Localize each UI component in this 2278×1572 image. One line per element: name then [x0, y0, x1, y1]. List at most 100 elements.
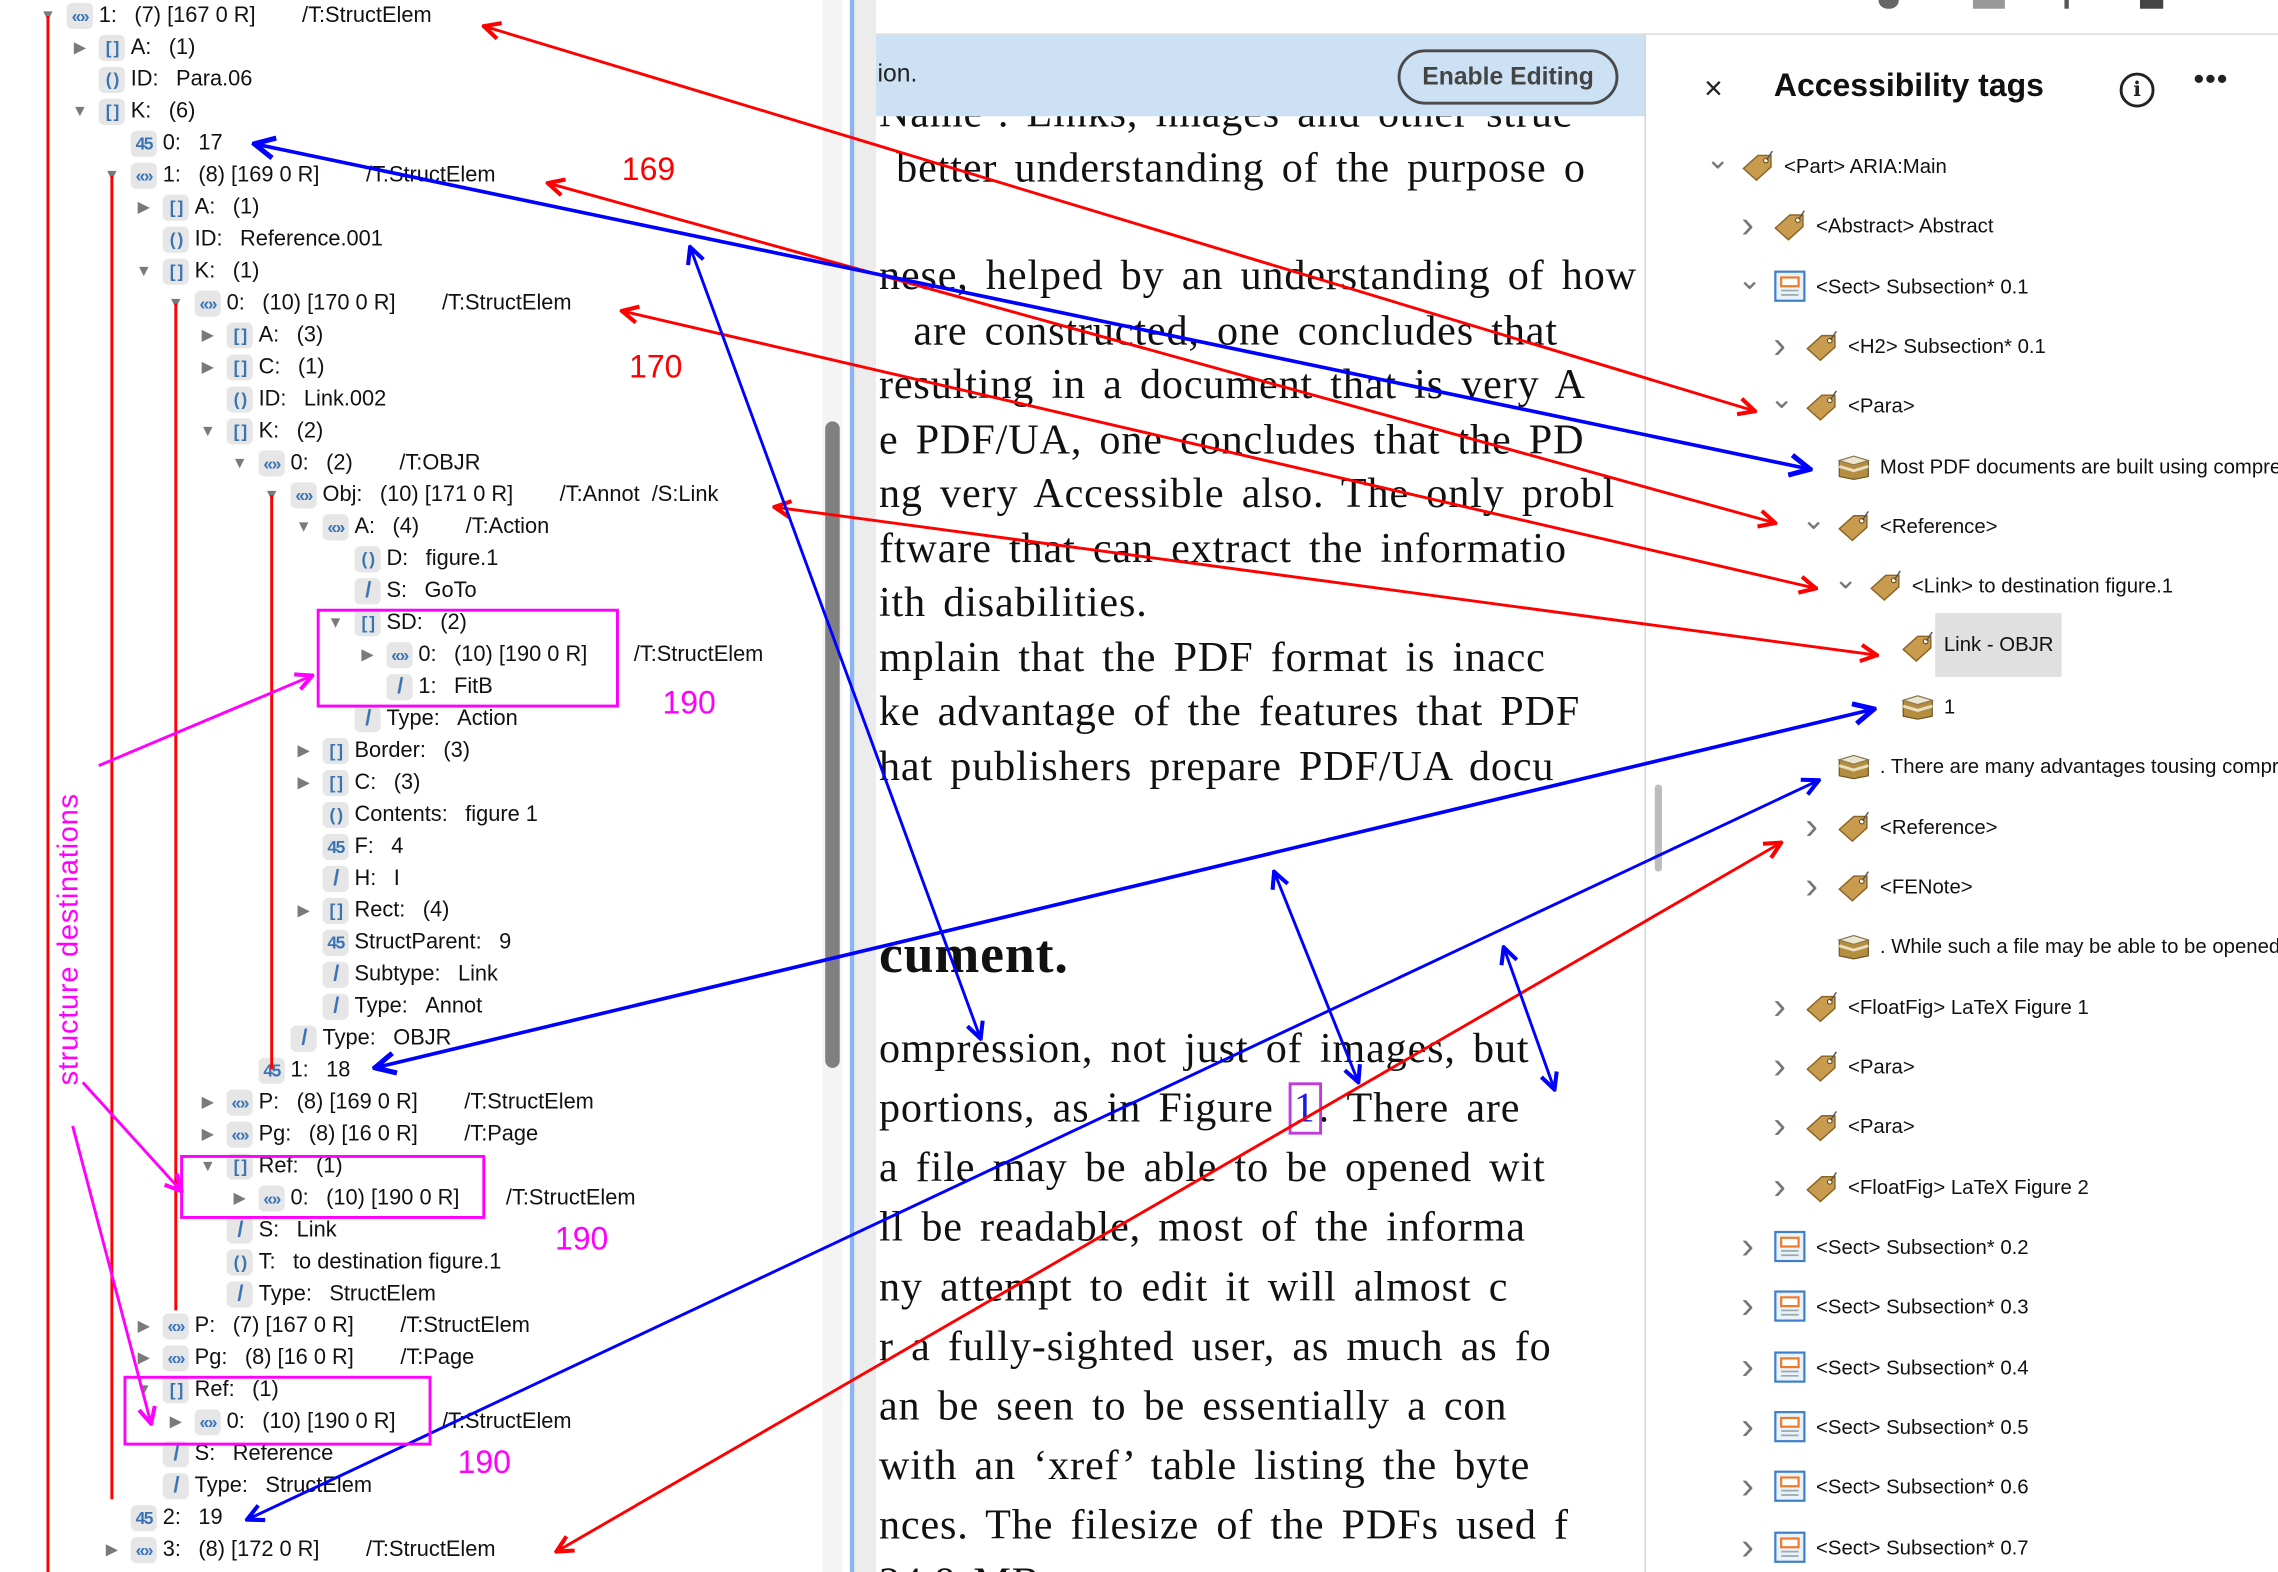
- tree-row[interactable]: 1: 18: [0, 1055, 821, 1087]
- chevron-right-icon[interactable]: ›: [1770, 1044, 1790, 1088]
- chevron-right-icon[interactable]: ›: [1738, 1525, 1758, 1569]
- tree-row[interactable]: ID: Para.06: [0, 64, 821, 96]
- tree-row[interactable]: Type: StructElem: [0, 1278, 821, 1310]
- expanded-triangle-icon[interactable]: ▼: [327, 607, 344, 639]
- expanded-triangle-icon[interactable]: ▼: [167, 288, 184, 320]
- expanded-triangle-icon[interactable]: ▼: [135, 256, 152, 288]
- expanded-triangle-icon[interactable]: ▼: [199, 1151, 216, 1183]
- tree-row[interactable]: S: Reference: [0, 1438, 821, 1470]
- toolbar-icon[interactable]: [1972, 0, 2005, 9]
- collapsed-triangle-icon[interactable]: ▶: [167, 1406, 184, 1438]
- tag-row[interactable]: › <FloatFig> LaTeX Figure 1: [1646, 984, 2278, 1028]
- chevron-down-icon[interactable]: ⌄: [1706, 144, 1730, 188]
- chevron-right-icon[interactable]: ›: [1770, 1165, 1790, 1209]
- tree-row[interactable]: ▶ 0: (10) [190 0 R] /T:StructElem: [0, 639, 821, 671]
- tag-row[interactable]: › <Reference>: [1646, 804, 2278, 848]
- tree-row[interactable]: ▶ P: (8) [169 0 R] /T:StructElem: [0, 1087, 821, 1119]
- chevron-right-icon[interactable]: ›: [1738, 1465, 1758, 1509]
- tree-row[interactable]: ▶ 0: (10) [190 0 R] /T:StructElem: [0, 1406, 821, 1438]
- tree-row[interactable]: ▶ Pg: (8) [16 0 R] /T:Page: [0, 1119, 821, 1151]
- tree-row[interactable]: ▶ Rect: (4): [0, 895, 821, 927]
- figure-link[interactable]: 1: [1287, 1082, 1322, 1135]
- tree-row[interactable]: ▼ A: (4) /T:Action: [0, 511, 821, 543]
- tag-row[interactable]: 1: [1646, 684, 2278, 728]
- tree-row[interactable]: ▼ Obj: (10) [171 0 R] /T:Annot /S:Link: [0, 479, 821, 511]
- tree-row[interactable]: T: to destination figure.1: [0, 1247, 821, 1279]
- tag-row[interactable]: › <Para>: [1646, 1044, 2278, 1088]
- tag-row[interactable]: › <Abstract> Abstract: [1646, 204, 2278, 248]
- collapsed-triangle-icon[interactable]: ▶: [103, 1534, 120, 1566]
- tag-row[interactable]: ⌄ <Reference>: [1646, 504, 2278, 548]
- tree-row[interactable]: ▼ SD: (2): [0, 607, 821, 639]
- expanded-triangle-icon[interactable]: ▼: [39, 0, 56, 32]
- tree-row[interactable]: ID: Link.002: [0, 384, 821, 416]
- info-icon[interactable]: i: [2119, 72, 2155, 108]
- tag-row[interactable]: ⌄ <Sect> Subsection* 0.1: [1646, 264, 2278, 308]
- collapsed-triangle-icon[interactable]: ▶: [199, 1119, 216, 1151]
- collapsed-triangle-icon[interactable]: ▶: [199, 320, 216, 352]
- tag-row[interactable]: . There are many advantages tousing comp…: [1646, 744, 2278, 788]
- more-options-icon[interactable]: •••: [2194, 64, 2229, 97]
- tree-row[interactable]: ▶ C: (3): [0, 767, 821, 799]
- chevron-right-icon[interactable]: ›: [1738, 1405, 1758, 1449]
- collapsed-triangle-icon[interactable]: ▶: [135, 1310, 152, 1342]
- expanded-triangle-icon[interactable]: ▼: [263, 479, 280, 511]
- collapsed-triangle-icon[interactable]: ▶: [199, 352, 216, 384]
- tree-row[interactable]: Type: Annot: [0, 991, 821, 1023]
- tree-row[interactable]: ▼ K: (6): [0, 96, 821, 128]
- chevron-right-icon[interactable]: ›: [1801, 804, 1821, 848]
- tag-row[interactable]: Most PDF documents are built using compr…: [1646, 444, 2278, 488]
- tree-row[interactable]: F: 4: [0, 831, 821, 863]
- chevron-right-icon[interactable]: ›: [1770, 324, 1790, 368]
- tag-row[interactable]: › <Sect> Subsection* 0.5: [1646, 1405, 2278, 1449]
- tree-row[interactable]: ▶ Border: (3): [0, 735, 821, 767]
- tag-row[interactable]: › <Sect> Subsection* 0.7: [1646, 1525, 2278, 1569]
- chevron-right-icon[interactable]: ›: [1738, 1285, 1758, 1329]
- tree-row[interactable]: ▼ K: (2): [0, 416, 821, 448]
- chevron-down-icon[interactable]: ⌄: [1738, 264, 1762, 308]
- expanded-triangle-icon[interactable]: ▼: [71, 96, 88, 128]
- tree-row[interactable]: ID: Reference.001: [0, 224, 821, 256]
- collapsed-triangle-icon[interactable]: ▶: [135, 1342, 152, 1374]
- collapsed-triangle-icon[interactable]: ▶: [359, 639, 376, 671]
- collapsed-triangle-icon[interactable]: ▶: [199, 1087, 216, 1119]
- tag-row[interactable]: › <Sect> Subsection* 0.3: [1646, 1285, 2278, 1329]
- collapsed-triangle-icon[interactable]: ▶: [135, 192, 152, 224]
- tree-row[interactable]: ▼ 1: (7) [167 0 R] /T:StructElem: [0, 0, 821, 32]
- chevron-right-icon[interactable]: ›: [1801, 864, 1821, 908]
- tag-row[interactable]: . While such a file may be able to be op…: [1646, 924, 2278, 968]
- chevron-right-icon[interactable]: ›: [1770, 984, 1790, 1028]
- chevron-down-icon[interactable]: ⌄: [1833, 564, 1857, 608]
- tag-row[interactable]: › <Sect> Subsection* 0.4: [1646, 1345, 2278, 1389]
- tree-row[interactable]: ▶ A: (1): [0, 192, 821, 224]
- chevron-right-icon[interactable]: ›: [1738, 204, 1758, 248]
- tag-row[interactable]: › <Para>: [1646, 1105, 2278, 1149]
- tag-row[interactable]: Link - OBJR: [1646, 612, 2278, 677]
- collapsed-triangle-icon[interactable]: ▶: [295, 895, 312, 927]
- panel-divider[interactable]: [849, 0, 877, 1572]
- tree-row[interactable]: ▶ 0: (10) [190 0 R] /T:StructElem: [0, 1183, 821, 1215]
- tree-row[interactable]: ▼ K: (1): [0, 256, 821, 288]
- close-icon[interactable]: ×: [1704, 70, 1723, 108]
- toolbar-icon[interactable]: [2139, 0, 2164, 9]
- tree-row[interactable]: ▼ 1: (8) [169 0 R] /T:StructElem: [0, 160, 821, 192]
- chevron-down-icon[interactable]: ⌄: [1801, 504, 1825, 548]
- tree-row[interactable]: ▶ A: (3): [0, 320, 821, 352]
- tree-row[interactable]: ▼ Ref: (1): [0, 1151, 821, 1183]
- tree-row[interactable]: ▶ 3: (8) [172 0 R] /T:StructElem: [0, 1534, 821, 1566]
- tree-row[interactable]: Type: StructElem: [0, 1470, 821, 1502]
- tree-row[interactable]: ▼ 0: (10) [170 0 R] /T:StructElem: [0, 288, 821, 320]
- tree-row[interactable]: StructParent: 9: [0, 927, 821, 959]
- tag-row[interactable]: ⌄ <Para>: [1646, 384, 2278, 428]
- expanded-triangle-icon[interactable]: ▼: [199, 416, 216, 448]
- expanded-triangle-icon[interactable]: ▼: [135, 1374, 152, 1406]
- expanded-triangle-icon[interactable]: ▼: [103, 160, 120, 192]
- tree-row[interactable]: ▼ Ref: (1): [0, 1374, 821, 1406]
- tag-row[interactable]: › <H2> Subsection* 0.1: [1646, 324, 2278, 368]
- collapsed-triangle-icon[interactable]: ▶: [71, 32, 88, 64]
- tree-row[interactable]: ▶ Pg: (8) [16 0 R] /T:Page: [0, 1342, 821, 1374]
- chevron-down-icon[interactable]: ⌄: [1770, 384, 1794, 428]
- tree-row[interactable]: Contents: figure 1: [0, 799, 821, 831]
- chevron-right-icon[interactable]: ›: [1738, 1225, 1758, 1269]
- tree-row[interactable]: D: figure.1: [0, 543, 821, 575]
